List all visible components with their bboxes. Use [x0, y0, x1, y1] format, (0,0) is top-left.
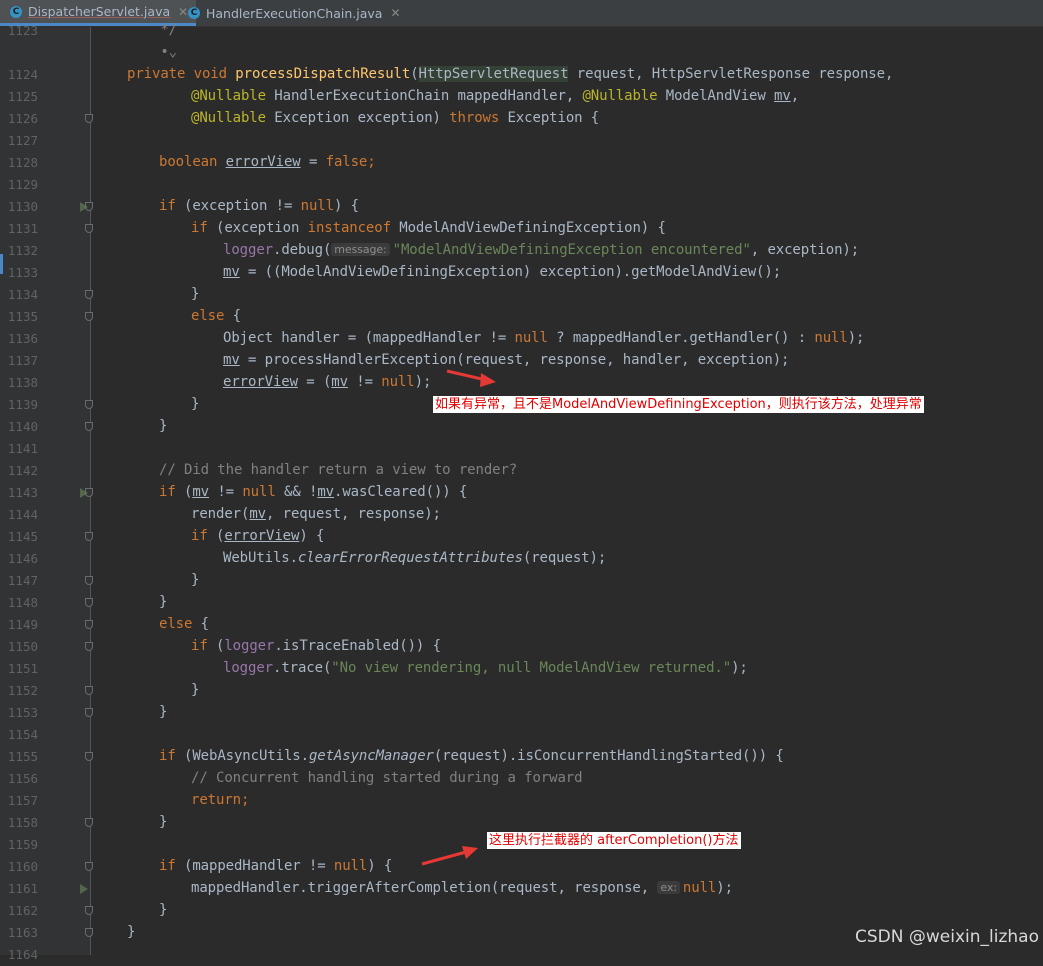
arrow-head-icon — [480, 373, 496, 387]
csdn-watermark: CSDN @weixin_lizhao — [855, 927, 1039, 947]
arrow-to-after-completion — [421, 850, 467, 866]
annotation-arrows — [421, 369, 496, 866]
arrow-to-errorview — [446, 369, 487, 382]
annotation-after-completion: 这里执行拦截器的 afterCompletion()方法 — [487, 832, 741, 849]
annotation-exception-handling: 如果有异常，且不是ModelAndViewDefiningException，则… — [433, 396, 924, 413]
arrow-head-icon — [462, 846, 478, 859]
